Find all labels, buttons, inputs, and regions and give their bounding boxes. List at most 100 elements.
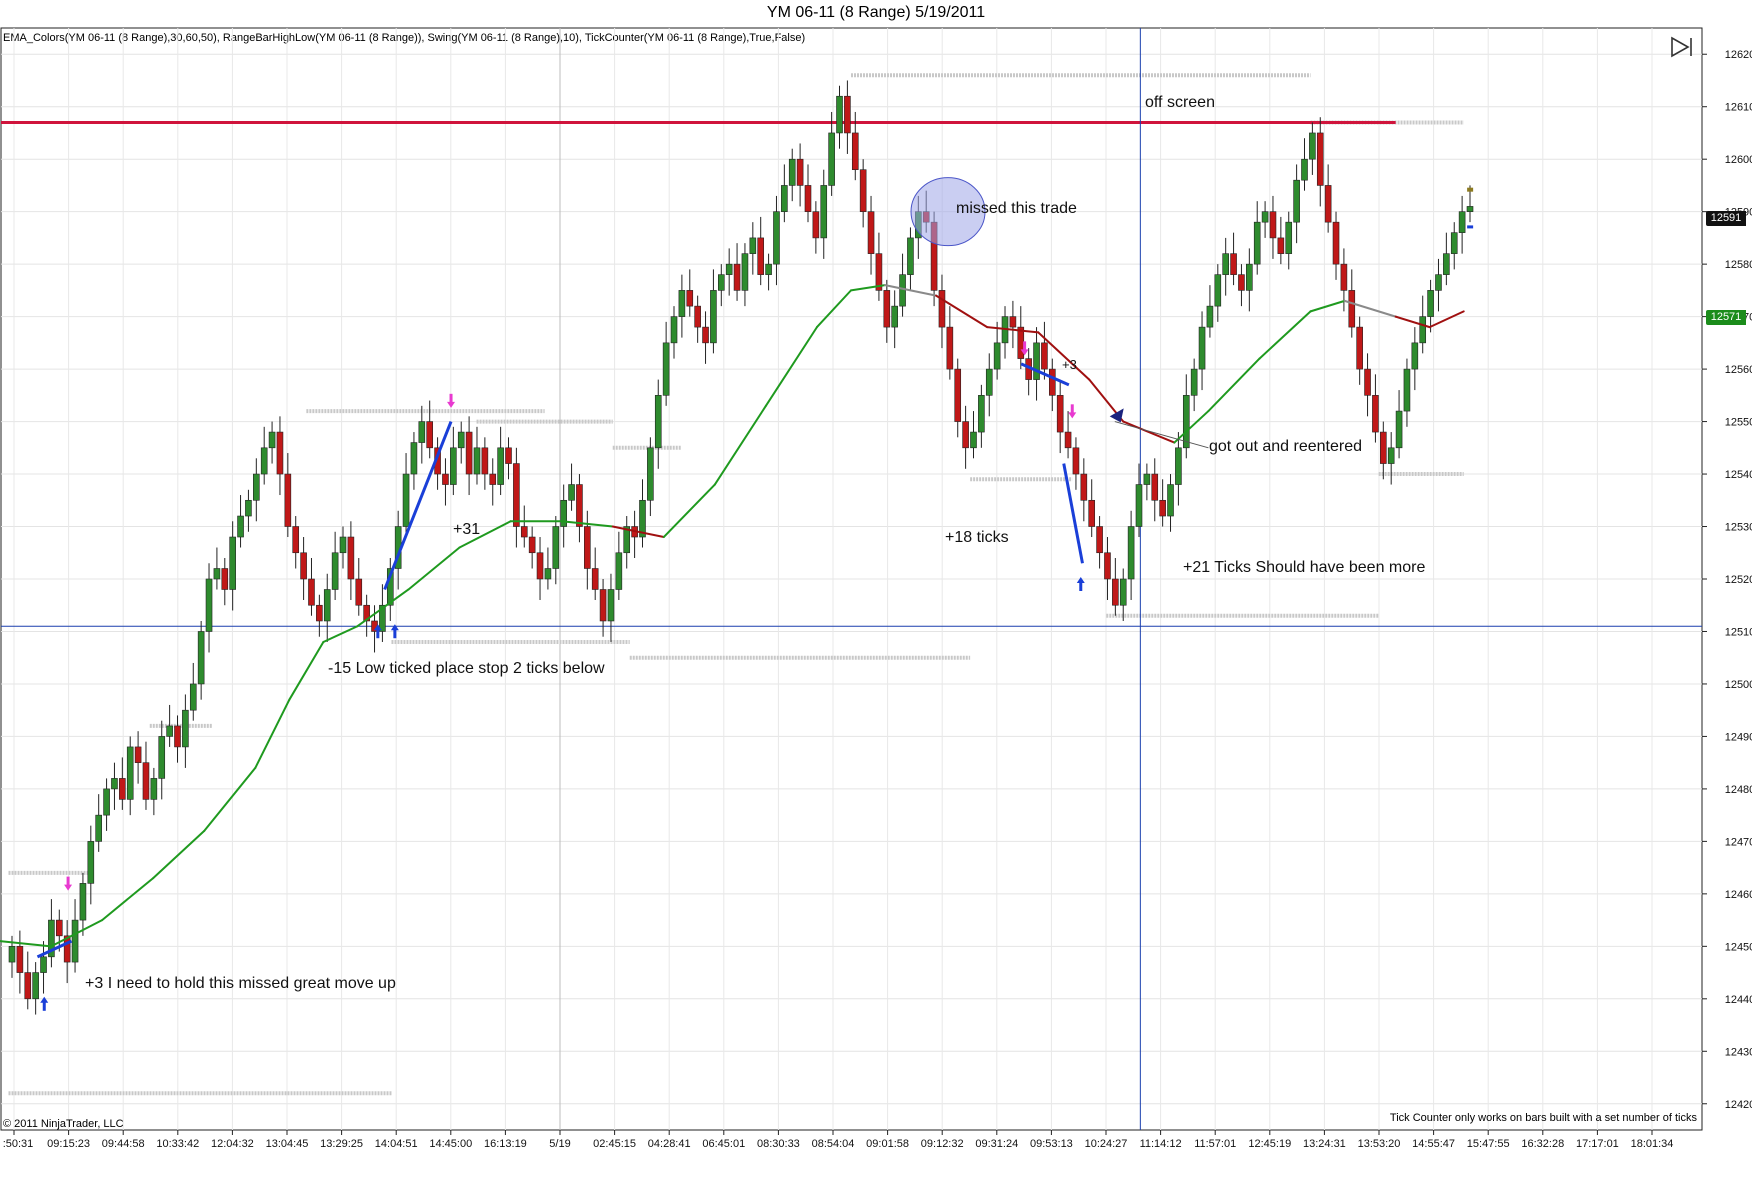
candle-up	[1206, 305, 1214, 328]
candle-down	[426, 421, 433, 449]
y-tick-label: 12460	[1725, 889, 1752, 901]
candle-down	[347, 536, 355, 580]
x-tick-label: 12:04:32	[211, 1138, 254, 1150]
price-marker	[1467, 225, 1474, 229]
annotation-plus21: +21 Ticks Should have been more	[1183, 559, 1426, 576]
candle-down	[355, 578, 363, 606]
candle-up	[568, 484, 575, 501]
candle-up	[662, 342, 670, 396]
candle-up	[126, 746, 134, 800]
candle-up	[828, 132, 835, 186]
x-tick-label: 13:04:45	[266, 1138, 309, 1150]
current-price-tag: 12591	[1706, 211, 1746, 226]
candle-up	[788, 158, 796, 186]
candle-up	[323, 589, 331, 622]
annotation-plus31: +31	[453, 521, 481, 538]
candle-down	[142, 762, 150, 800]
y-tick-label: 12580	[1725, 259, 1752, 271]
y-tick-label: 12510	[1725, 626, 1752, 638]
candle-down	[591, 568, 599, 590]
candle-up	[1214, 274, 1222, 307]
candle-up	[765, 263, 772, 275]
candle-down	[584, 526, 591, 569]
candle-up	[1301, 158, 1308, 181]
candle-up	[907, 237, 914, 275]
play-forward-icon[interactable]	[1670, 36, 1694, 58]
price-chart[interactable]: 12420 12430 12440 12450 12460 12470 12480 12490…	[0, 0, 1752, 1177]
candle-down	[576, 484, 583, 527]
candle-up	[450, 447, 457, 485]
candle-up	[95, 814, 102, 842]
y-tick-label: 12560	[1725, 364, 1752, 376]
candle-down	[1049, 368, 1056, 396]
ema-segment	[1428, 310, 1465, 329]
candle-down	[796, 158, 804, 186]
candle-up	[773, 211, 780, 265]
candle-up	[552, 526, 560, 569]
candle-up	[40, 956, 47, 973]
candle-down	[1088, 499, 1096, 527]
x-tick-label: :50:31	[3, 1138, 34, 1150]
y-tick-label: 12530	[1725, 522, 1752, 534]
candle-down	[1104, 552, 1111, 580]
y-tick-label: 12490	[1725, 731, 1752, 743]
candle-up	[339, 536, 347, 554]
x-tick-label: 09:01:58	[866, 1138, 909, 1150]
candle-up	[820, 185, 828, 239]
annotation-missed-trade: missed this trade	[956, 200, 1077, 217]
candle-up	[158, 736, 166, 779]
candle-up	[1387, 447, 1395, 464]
candle-down	[599, 589, 607, 622]
candle-up	[725, 263, 733, 275]
y-tick-label: 12520	[1725, 574, 1752, 586]
sell-arrow-icon	[64, 876, 73, 891]
candle-up	[891, 305, 898, 328]
candle-down	[702, 326, 709, 344]
candle-down	[1269, 211, 1277, 239]
candle-up	[1419, 316, 1427, 344]
candle-up	[710, 290, 717, 344]
sell-arrow-icon	[447, 393, 456, 408]
y-tick-label: 12420	[1725, 1099, 1752, 1111]
y-tick-label: 12610	[1725, 102, 1752, 114]
annotation-plus3-hold: +3 I need to hold this missed great move…	[85, 975, 396, 992]
candle-up	[473, 447, 481, 475]
ema-segment	[1258, 310, 1312, 360]
candle-up	[1427, 290, 1434, 317]
ema-segment	[1207, 357, 1261, 413]
candle-up	[268, 431, 276, 449]
candle-up	[717, 274, 725, 291]
x-tick-label: 14:55:47	[1412, 1138, 1455, 1150]
candle-down	[1380, 431, 1387, 464]
candle-up	[71, 919, 79, 963]
candle-up	[670, 316, 678, 344]
candle-down	[1277, 237, 1285, 254]
candle-down	[1009, 316, 1017, 328]
y-tick-label: 12440	[1725, 994, 1752, 1006]
y-tick-label: 12480	[1725, 784, 1752, 796]
candle-up	[1033, 342, 1040, 380]
x-tick-label: 06:45:01	[702, 1138, 745, 1150]
swing-trendline	[383, 421, 453, 591]
y-tick-label: 12620	[1725, 49, 1752, 61]
candle-up	[260, 447, 268, 475]
candle-down	[1017, 326, 1025, 359]
candle-up	[1253, 221, 1261, 265]
x-tick-label: 09:31:24	[975, 1138, 1018, 1150]
candle-down	[733, 263, 741, 291]
ema-segment	[1122, 420, 1176, 444]
x-tick-label: 12:45:19	[1248, 1138, 1291, 1150]
candle-up	[1119, 578, 1127, 606]
candle-up	[229, 536, 236, 590]
candle-down	[1072, 447, 1080, 475]
price-marker	[1467, 187, 1474, 192]
candle-up	[544, 568, 552, 580]
candle-up	[749, 237, 757, 254]
candle-down	[1041, 342, 1048, 370]
candle-down	[300, 552, 307, 580]
y-tick-label: 12500	[1725, 679, 1752, 691]
x-tick-label: 15:47:55	[1467, 1138, 1510, 1150]
y-tick-label: 12430	[1725, 1046, 1752, 1058]
candle-down	[851, 132, 859, 170]
candle-up	[1246, 263, 1253, 291]
